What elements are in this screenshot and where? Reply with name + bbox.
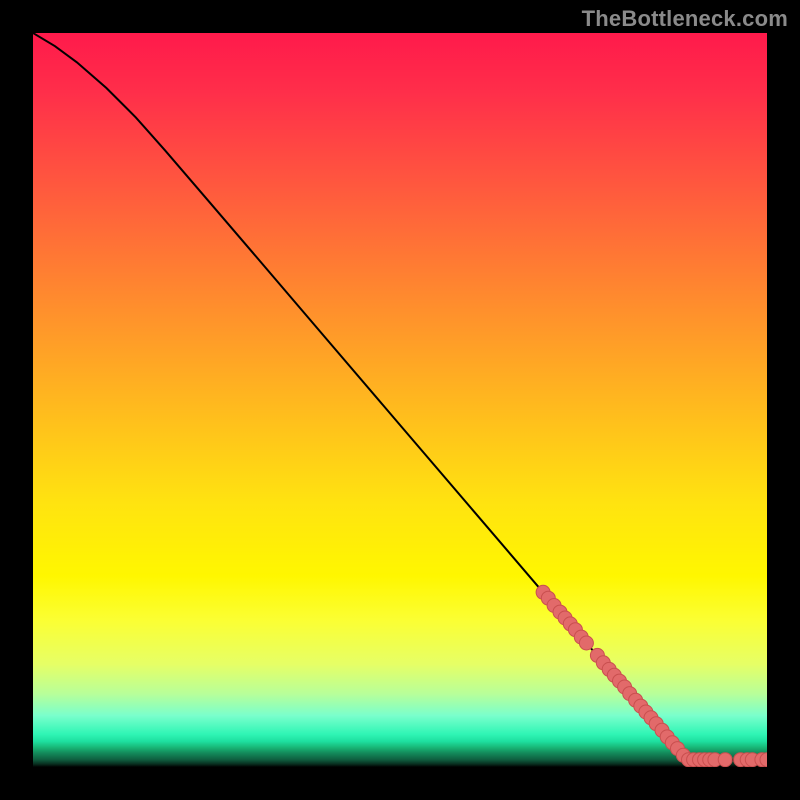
chart-svg [33,33,767,767]
attribution-text: TheBottleneck.com [582,6,788,32]
plot-area [33,33,767,767]
chart-stage: TheBottleneck.com [0,0,800,800]
data-marker [718,753,732,767]
data-marker [579,636,593,650]
data-markers [536,585,767,766]
bottleneck-curve [33,33,767,760]
